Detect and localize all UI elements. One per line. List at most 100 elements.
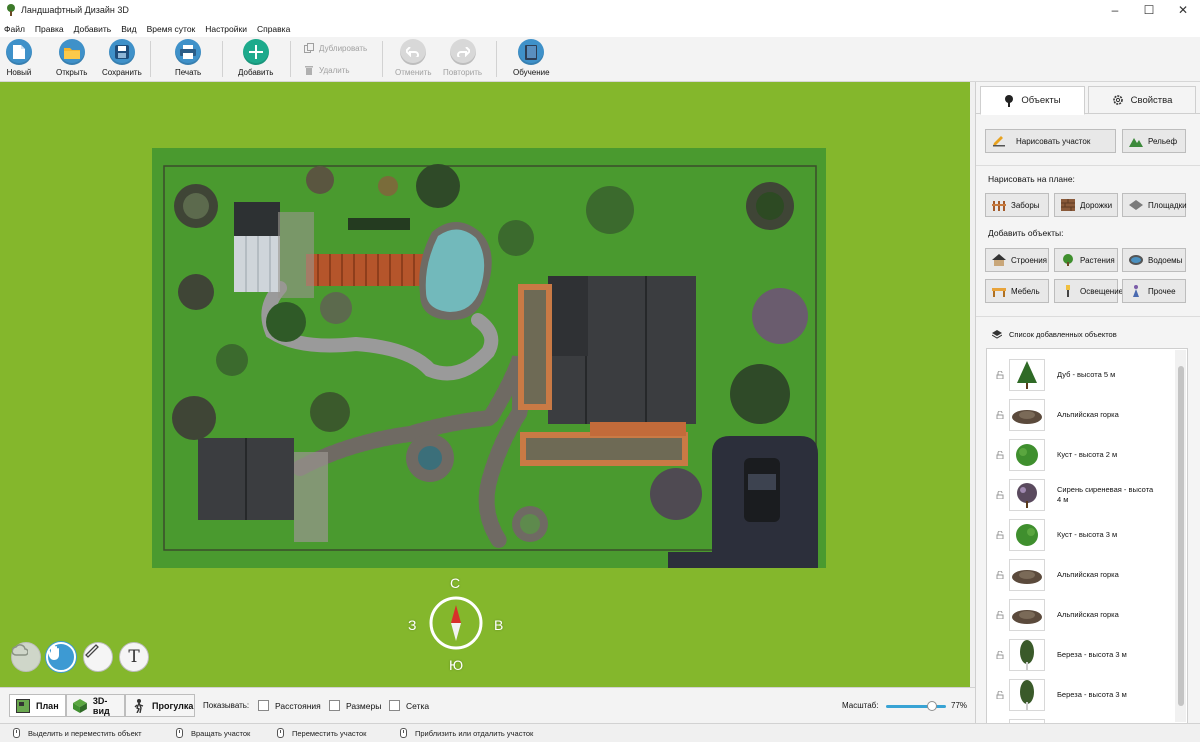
measure-tool-button[interactable] [83, 642, 113, 672]
toolbar-separator [496, 41, 497, 77]
lock-icon[interactable] [996, 611, 1004, 619]
garden-plan-canvas[interactable]: С Ю З В T [0, 82, 970, 687]
furniture-button[interactable]: Мебель [985, 279, 1049, 303]
other-button[interactable]: Прочее [1122, 279, 1186, 303]
text-tool-button[interactable]: T [119, 642, 149, 672]
scrollbar-thumb[interactable] [1178, 366, 1184, 706]
menu-help[interactable]: Справка [252, 24, 295, 34]
menu-view[interactable]: Вид [116, 24, 141, 34]
toolbar-separator [382, 41, 383, 77]
checkbox-box[interactable] [329, 700, 340, 711]
list-item[interactable]: Альпийская горка [987, 595, 1175, 635]
relief-button[interactable]: Рельеф [1122, 129, 1186, 153]
menu-settings[interactable]: Настройки [200, 24, 252, 34]
compass [429, 596, 483, 650]
platforms-button[interactable]: Площадки [1122, 193, 1187, 217]
minimize-button[interactable]: – [1098, 0, 1132, 20]
status-zoom-label: Приблизить или отдалить участок [415, 728, 534, 738]
tab-objects[interactable]: Объекты [980, 86, 1085, 115]
menu-time-of-day[interactable]: Время суток [142, 24, 201, 34]
pond-icon [1129, 255, 1143, 265]
zoom-slider[interactable] [886, 701, 946, 711]
redo-label: Повторить [443, 68, 483, 77]
buildings-button[interactable]: Строения [985, 248, 1049, 272]
delete-button[interactable]: Удалить [304, 65, 350, 75]
plants-label: Растения [1080, 255, 1115, 265]
grid-checkbox[interactable]: Сетка [389, 700, 429, 711]
status-hint-select: Выделить и переместить объект [13, 728, 142, 738]
list-item[interactable]: Куст - высота 3 м [987, 515, 1175, 555]
status-hint-zoom: Приблизить или отдалить участок [400, 728, 533, 738]
menu-file[interactable]: Файл [0, 24, 30, 34]
object-list[interactable]: Дуб - высота 5 м Альпийская горка Куст -… [986, 348, 1188, 724]
undo-button[interactable]: Отменить [395, 39, 432, 77]
list-item[interactable]: Альпийская горка [987, 395, 1175, 435]
rotate-tool-button[interactable] [11, 642, 41, 672]
list-item[interactable]: Береза - высота 3 м [987, 675, 1175, 715]
menu-edit[interactable]: Правка [30, 24, 69, 34]
tree-icon [1005, 94, 1014, 107]
save-button[interactable]: Сохранить [102, 39, 142, 77]
lock-icon[interactable] [996, 451, 1004, 459]
save-label: Сохранить [102, 68, 142, 77]
maximize-button[interactable]: ☐ [1132, 0, 1166, 20]
zoom-slider-knob[interactable] [927, 701, 938, 711]
list-item[interactable]: Куст - высота 2 м [987, 435, 1175, 475]
list-item[interactable]: Альпийская горка [987, 555, 1175, 595]
pan-tool-button[interactable] [46, 642, 76, 672]
new-button[interactable]: Новый [6, 39, 32, 77]
folder-icon [58, 39, 85, 65]
tab-properties[interactable]: Свойства [1088, 86, 1196, 114]
plants-button[interactable]: Растения [1054, 248, 1118, 272]
lock-icon[interactable] [996, 651, 1004, 659]
3d-view-button[interactable]: 3D-вид [66, 694, 125, 717]
fences-button[interactable]: Заборы [985, 193, 1049, 217]
checkbox-box[interactable] [389, 700, 400, 711]
add-button[interactable]: Добавить [238, 39, 273, 77]
list-item[interactable]: Дуб - высота 5 м [987, 355, 1175, 395]
paths-button[interactable]: Дорожки [1054, 193, 1118, 217]
walk-view-button[interactable]: Прогулка [125, 694, 195, 717]
list-item[interactable]: Береза - высота 3 м [987, 635, 1175, 675]
list-scrollbar[interactable] [1175, 350, 1186, 722]
tree-icon [1009, 359, 1045, 391]
close-button[interactable]: ✕ [1166, 0, 1200, 20]
lock-icon[interactable] [996, 411, 1004, 419]
compass-north: С [450, 575, 461, 591]
list-item-name: Альпийская горка [1057, 610, 1119, 619]
draw-plot-button[interactable]: Нарисовать участок [985, 129, 1116, 153]
list-item[interactable]: Сирень сиреневая - высота 4 м [987, 475, 1175, 515]
lock-icon[interactable] [996, 371, 1004, 379]
plan-view-button[interactable]: План [9, 694, 66, 717]
lock-icon[interactable] [996, 691, 1004, 699]
ponds-label: Водоемы [1148, 255, 1183, 265]
add-label: Добавить [238, 68, 274, 77]
menu-add[interactable]: Добавить [69, 24, 117, 34]
open-button[interactable]: Открыть [56, 39, 87, 77]
learn-label: Обучение [513, 68, 550, 77]
lighting-button[interactable]: Освещение [1054, 279, 1123, 303]
distances-checkbox[interactable]: Расстояния [258, 700, 321, 711]
print-button[interactable]: Печать [175, 39, 201, 77]
list-item-name: Дуб - высота 5 м [1057, 370, 1116, 379]
sizes-checkbox[interactable]: Размеры [329, 700, 381, 711]
lock-icon[interactable] [996, 491, 1004, 499]
status-select-label: Выделить и переместить объект [28, 728, 142, 738]
house-icon [992, 254, 1006, 266]
mouse-wheel-icon [400, 728, 407, 738]
walk-view-label: Прогулка [152, 700, 194, 711]
toolbar: Новый Открыть Сохранить Печать Добавить … [0, 37, 1200, 82]
compass-east: В [494, 617, 504, 633]
learn-button[interactable]: Обучение [513, 39, 550, 77]
toolbar-separator [150, 41, 151, 77]
object-list-title: Список добавленных объектов [1009, 330, 1117, 339]
lock-icon[interactable] [996, 531, 1004, 539]
duplicate-button[interactable]: Дублировать [304, 43, 367, 53]
grid-label: Сетка [406, 700, 430, 711]
redo-button[interactable]: Повторить [443, 39, 482, 77]
draw-plot-label: Нарисовать участок [1016, 136, 1091, 146]
checkbox-box[interactable] [258, 700, 269, 711]
lock-icon[interactable] [996, 571, 1004, 579]
ponds-button[interactable]: Водоемы [1122, 248, 1186, 272]
rock-garden-icon [1009, 559, 1045, 591]
